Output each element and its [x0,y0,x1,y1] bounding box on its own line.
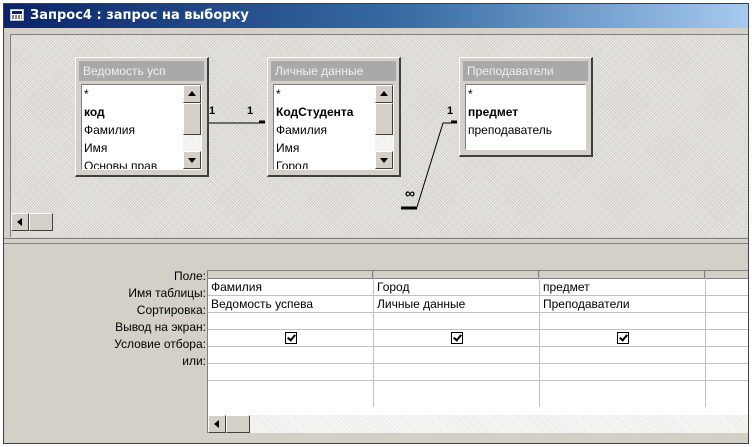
cell-field[interactable]: Город [374,279,539,296]
cell-sort[interactable] [540,313,705,330]
grid-horizontal-scrollbar[interactable] [208,415,748,433]
vertical-scrollbar[interactable] [183,85,201,169]
relationship-1-left-cardinality: 1 [209,105,216,117]
cell-table[interactable]: Ведомость успева [208,296,373,313]
query-grid-area: Поле: Имя таблицы: Сортировка: Вывод на … [4,246,748,443]
cell-field[interactable]: предмет [540,279,705,296]
cell-or[interactable] [374,364,539,381]
pane-splitter[interactable] [4,238,748,244]
cell-table[interactable] [706,296,748,313]
cell-table[interactable]: Преподаватели [540,296,705,313]
scroll-thumb[interactable] [183,103,201,135]
cell-sort[interactable] [374,313,539,330]
table-header[interactable]: Ведомость усп [79,61,204,81]
window-title: Запрос4 : запрос на выборку [30,8,249,23]
cell-show[interactable] [208,330,373,347]
cell-sort[interactable] [208,313,373,330]
relationship-1-right-cardinality: 1 [247,105,254,117]
field-list[interactable]: * КодСтудента Фамилия Имя Город [273,84,394,170]
query-datasheet-icon[interactable] [10,9,24,21]
field-list[interactable]: * предмет преподаватель [465,84,586,150]
checkmark-icon [286,332,296,342]
grid-column-1[interactable]: Фамилия Ведомость успева [208,271,374,407]
row-label-criteria: Условие отбора: [114,337,206,351]
field-item[interactable]: преподаватель [466,121,585,139]
grid-column-2[interactable]: Город Личные данные [374,271,540,407]
table-design-pane[interactable]: 1 1 1 ∞ Ведомость усп * код Фамилия Имя … [10,34,748,237]
scroll-thumb[interactable] [29,213,53,231]
show-checkbox[interactable] [616,332,629,344]
cell-criteria[interactable] [540,347,705,364]
query-window: Запрос4 : запрос на выборку 1 1 1 ∞ Ведо… [3,3,749,444]
cell-or[interactable] [540,364,705,381]
arrow-up-icon [380,91,388,96]
cell-criteria[interactable] [706,347,748,364]
arrow-down-icon [380,158,388,163]
table-header[interactable]: Личные данные [271,61,396,81]
scroll-thumb[interactable] [375,103,393,135]
cell-show[interactable] [540,330,705,347]
checkmark-icon [618,332,628,342]
row-label-field: Поле: [173,269,206,283]
show-checkbox[interactable] [450,332,463,344]
scroll-up-button[interactable] [375,85,393,103]
vertical-scrollbar[interactable] [375,85,393,169]
column-selector[interactable] [374,271,539,279]
table-box-lichnye-dannye[interactable]: Личные данные * КодСтудента Фамилия Имя … [267,57,401,177]
column-selector[interactable] [706,271,748,279]
cell-criteria[interactable] [374,347,539,364]
table-box-prepodavateli[interactable]: Преподаватели * предмет преподаватель [459,57,593,157]
cell-field[interactable]: Фамилия [208,279,373,296]
grid-column-3[interactable]: предмет Преподаватели [540,271,706,407]
cell-criteria[interactable] [208,347,373,364]
field-list[interactable]: * код Фамилия Имя Основы прав [81,84,202,170]
row-label-table: Имя таблицы: [128,286,206,300]
row-label-sort: Сортировка: [136,303,206,317]
grid-row-labels: Поле: Имя таблицы: Сортировка: Вывод на … [10,260,206,370]
design-pane-horizontal-scrollbar[interactable] [11,213,748,231]
cell-or[interactable] [706,364,748,381]
cell-show[interactable] [706,330,748,347]
table-box-vedomost[interactable]: Ведомость усп * код Фамилия Имя Основы п… [75,57,209,177]
scroll-left-button[interactable] [11,213,29,231]
scroll-down-button[interactable] [375,151,393,169]
row-label-show: Вывод на экран: [115,320,206,334]
arrow-up-icon [188,91,196,96]
cell-table[interactable]: Личные данные [374,296,539,313]
relationship-2-many-cardinality: ∞ [405,185,415,201]
cell-show[interactable] [374,330,539,347]
scroll-up-button[interactable] [183,85,201,103]
show-checkbox[interactable] [284,332,297,344]
column-selector[interactable] [208,271,373,279]
cell-field[interactable] [706,279,748,296]
grid-column-4[interactable] [706,271,748,407]
title-bar[interactable]: Запрос4 : запрос на выборку [4,4,748,28]
scroll-thumb[interactable] [226,415,250,433]
field-item[interactable]: * [466,85,585,103]
row-label-or: или: [182,354,206,368]
column-selector[interactable] [540,271,705,279]
field-item-primary-key[interactable]: предмет [466,103,585,121]
scroll-down-button[interactable] [183,151,201,169]
cell-sort[interactable] [706,313,748,330]
checkmark-icon [452,332,462,342]
query-design-grid[interactable]: Фамилия Ведомость успева Город Личные да… [207,270,748,433]
scroll-left-button[interactable] [208,415,226,433]
arrow-left-icon [214,420,219,428]
arrow-left-icon [17,218,22,226]
relationship-2-one-cardinality: 1 [447,105,454,117]
cell-or[interactable] [208,364,373,381]
table-header[interactable]: Преподаватели [463,61,588,81]
arrow-down-icon [188,158,196,163]
